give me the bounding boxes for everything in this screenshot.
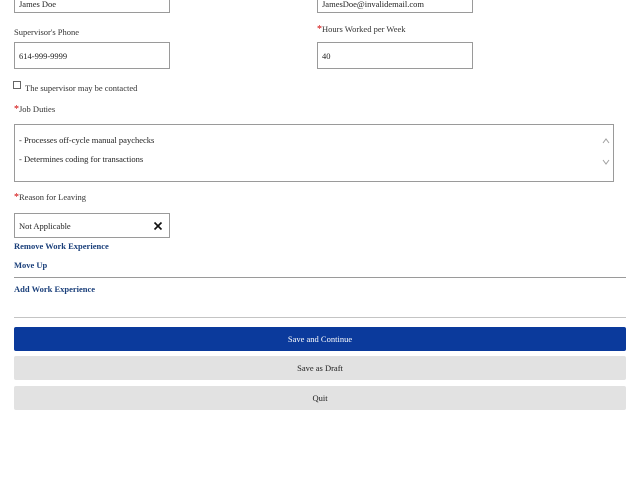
save-and-continue-label: Save and Continue	[287, 334, 353, 344]
job-duty-line: - Determines coding for transactions	[19, 154, 144, 164]
supervisor-contact-checkbox[interactable]	[13, 81, 21, 89]
job-duties-label: *Job Duties	[14, 104, 56, 115]
add-work-experience-link[interactable]: Add Work Experience	[14, 284, 95, 294]
supervisor-contact-label: The supervisor may be contacted	[25, 83, 138, 93]
remove-work-experience-link[interactable]: Remove Work Experience	[14, 241, 109, 251]
save-as-draft-label: Save as Draft	[297, 363, 343, 373]
reason-for-leaving-select[interactable]: Not Applicable	[14, 213, 170, 238]
divider	[14, 277, 626, 278]
hours-worked-label: *Hours Worked per Week	[317, 24, 406, 35]
save-and-continue-button[interactable]: Save and Continue	[14, 327, 626, 351]
hours-worked-value: 40	[322, 50, 331, 61]
job-duty-line: - Processes off-cycle manual paychecks	[19, 135, 155, 145]
hours-worked-field[interactable]: 40	[317, 42, 473, 69]
quit-button[interactable]: Quit	[14, 386, 626, 410]
email-value: JamesDoe@invalidemail.com	[322, 0, 425, 9]
chevron-down-icon[interactable]	[602, 154, 610, 173]
supervisor-phone-value: 614-999-9999	[19, 50, 68, 61]
save-as-draft-button[interactable]: Save as Draft	[14, 356, 626, 380]
name-value: James Doe	[19, 0, 57, 9]
job-duties-textarea[interactable]: - Processes off-cycle manual paychecks -…	[14, 124, 614, 182]
reason-for-leaving-value: Not Applicable	[19, 220, 71, 231]
quit-label: Quit	[312, 393, 328, 403]
name-field[interactable]: James Doe	[14, 0, 170, 13]
chevron-up-icon[interactable]	[602, 133, 610, 152]
supervisor-phone-label: Supervisor's Phone	[14, 27, 80, 37]
move-up-link[interactable]: Move Up	[14, 260, 47, 270]
supervisor-phone-field[interactable]: 614-999-9999	[14, 42, 170, 69]
reason-for-leaving-label: *Reason for Leaving	[14, 192, 87, 203]
email-field[interactable]: JamesDoe@invalidemail.com	[317, 0, 473, 13]
divider	[14, 317, 626, 318]
close-icon[interactable]	[153, 221, 163, 231]
